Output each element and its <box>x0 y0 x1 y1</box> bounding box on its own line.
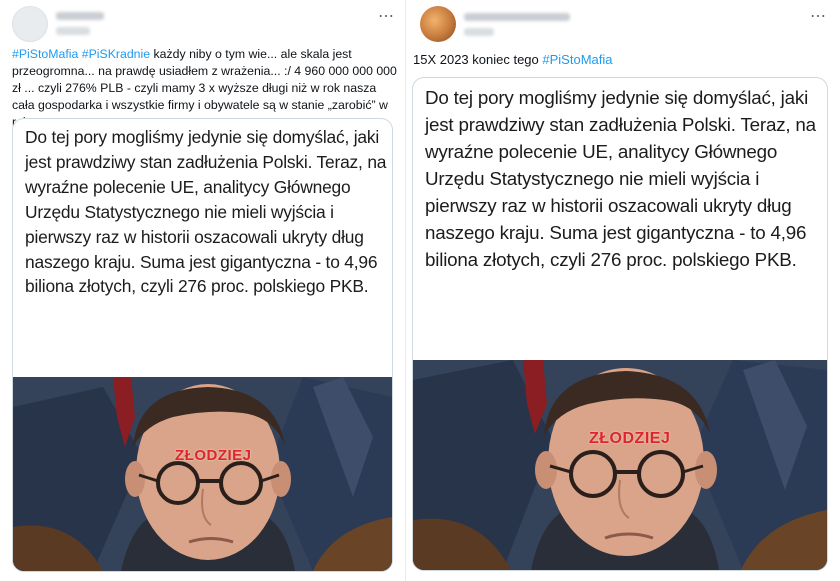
tweet-media[interactable]: Do tej pory mogliśmy jedynie się domyśla… <box>12 118 393 572</box>
tweet-right[interactable]: ⋯ 15X 2023 koniec tego #PiStoMafia Do te… <box>406 0 840 581</box>
tweet-left[interactable]: ⋯ #PiStoMafia #PiSKradnie każdy niby o t… <box>0 0 405 581</box>
tweet-text: 15X 2023 koniec tego #PiStoMafia <box>413 51 833 68</box>
avatar[interactable] <box>420 6 456 42</box>
blurred-display-name[interactable] <box>56 12 104 20</box>
hashtag-link[interactable]: #PiSKradnie <box>82 47 150 61</box>
quote-text: Do tej pory mogliśmy jedynie się domyśla… <box>425 87 816 270</box>
blurred-username[interactable] <box>56 27 90 35</box>
hashtag-link[interactable]: #PiStoMafia <box>12 47 78 61</box>
more-horizontal-icon[interactable]: ⋯ <box>810 6 827 26</box>
tweet-body: 15X 2023 koniec tego <box>413 52 543 67</box>
portrait-photo: ZŁODZIEJ <box>413 360 827 570</box>
portrait-illustration <box>413 360 827 570</box>
quote-text: Do tej pory mogliśmy jedynie się domyśla… <box>25 127 387 297</box>
hashtag-link[interactable]: #PiStoMafia <box>542 52 612 67</box>
portrait-photo: ZŁODZIEJ <box>13 377 392 571</box>
stamp-label: ZŁODZIEJ <box>175 447 252 464</box>
blurred-display-name[interactable] <box>464 13 570 21</box>
avatar[interactable] <box>12 6 48 42</box>
blurred-username[interactable] <box>464 28 494 36</box>
stamp-label: ZŁODZIEJ <box>589 430 671 447</box>
portrait-illustration <box>13 377 392 571</box>
more-horizontal-icon[interactable]: ⋯ <box>378 6 395 26</box>
tweet-media[interactable]: Do tej pory mogliśmy jedynie się domyśla… <box>412 77 828 571</box>
